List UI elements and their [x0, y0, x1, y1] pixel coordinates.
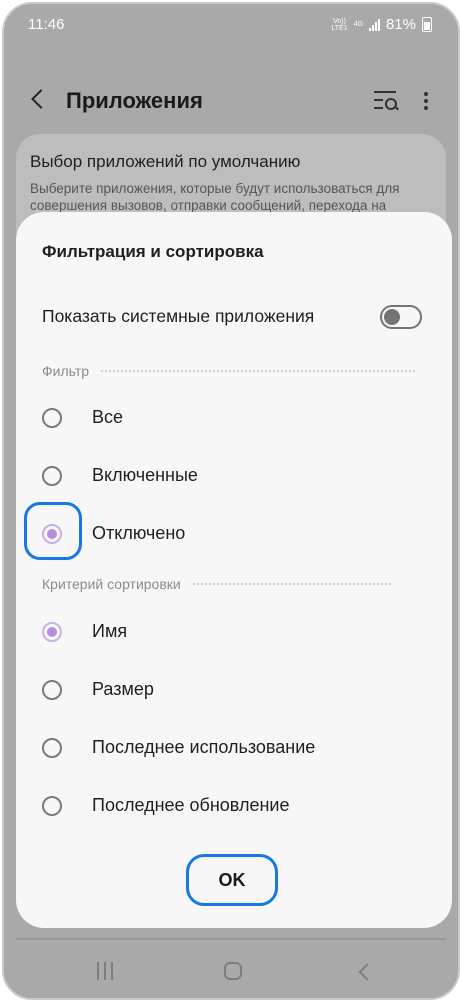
sort-option-label: Последнее обновление	[92, 795, 290, 815]
page-title: Приложения	[66, 88, 203, 113]
selection-highlight	[24, 502, 82, 560]
filter-section-header: Фильтр	[42, 363, 416, 379]
lte-label: LTE1	[331, 24, 348, 32]
app-bar: Приложения	[4, 74, 458, 130]
filter-option-label: Включенные	[92, 465, 198, 485]
sort-option-label: Последнее использование	[92, 737, 316, 757]
ok-button[interactable]: OK	[186, 854, 278, 906]
volte-label: Vo))	[333, 17, 346, 25]
filter-option-enabled[interactable]: Включенные	[40, 458, 430, 498]
volte-indicator: Vo)) LTE1	[331, 18, 347, 32]
battery-icon	[422, 17, 432, 32]
sort-option-label: Размер	[92, 679, 154, 699]
radio-button[interactable]	[42, 796, 62, 816]
home-icon[interactable]	[224, 962, 242, 980]
battery-percent: 81%	[385, 16, 416, 33]
sort-option-label: Имя	[92, 621, 128, 641]
radio-button[interactable]	[42, 466, 62, 486]
sort-option-last-updated[interactable]: Последнее обновление	[40, 788, 430, 828]
back-icon[interactable]	[358, 963, 376, 981]
more-vertical-icon[interactable]	[424, 92, 428, 113]
section-divider	[192, 583, 391, 585]
sort-header-label: Критерий сортировки	[42, 576, 181, 592]
default-apps-description: Выберите приложения, которые будут испол…	[30, 181, 400, 213]
dialog-title: Фильтрация и сортировка	[42, 242, 264, 261]
show-system-apps-label: Показать системные приложения	[42, 306, 315, 326]
filter-option-disabled[interactable]: Отключено	[40, 516, 430, 556]
radio-button[interactable]	[42, 408, 62, 428]
sort-option-name[interactable]: Имя	[40, 614, 430, 654]
radio-button-selected[interactable]	[42, 622, 62, 642]
section-divider	[101, 370, 416, 372]
status-icons: Vo)) LTE1 4G 81%	[331, 16, 432, 33]
list-search-icon[interactable]	[374, 90, 400, 112]
filter-option-label: Отключено	[92, 523, 186, 543]
filter-header-label: Фильтр	[42, 363, 90, 379]
sort-option-last-used[interactable]: Последнее использование	[40, 730, 430, 770]
toggle-knob	[384, 309, 400, 325]
show-system-apps-toggle[interactable]	[380, 305, 422, 329]
background-divider-bottom	[16, 938, 446, 940]
recent-apps-icon[interactable]	[94, 962, 116, 980]
radio-button[interactable]	[42, 738, 62, 758]
filter-option-all[interactable]: Все	[40, 400, 430, 440]
sort-section-header: Критерий сортировки	[42, 576, 391, 592]
status-time: 11:46	[28, 16, 65, 33]
status-bar: 11:46 Vo)) LTE1 4G 81%	[4, 4, 458, 44]
network-type: 4G	[353, 21, 363, 28]
default-apps-title: Выбор приложений по умолчанию	[30, 152, 301, 171]
filter-option-label: Все	[92, 407, 124, 427]
navigation-bar	[4, 944, 458, 998]
filter-sort-dialog: Фильтрация и сортировка Показать системн…	[16, 212, 452, 928]
chevron-left-icon[interactable]	[31, 89, 51, 109]
sort-option-size[interactable]: Размер	[40, 672, 430, 712]
radio-button[interactable]	[42, 680, 62, 700]
phone-screen: 11:46 Vo)) LTE1 4G 81% Приложения Выбор …	[2, 2, 460, 1000]
signal-icon	[368, 18, 380, 31]
